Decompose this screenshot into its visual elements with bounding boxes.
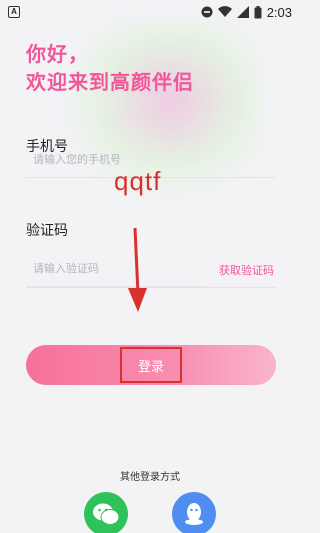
- annotation-arrow: [128, 227, 147, 312]
- qq-icon: [185, 503, 203, 525]
- do-not-disturb-icon: [201, 6, 213, 18]
- signal-icon: [236, 6, 249, 18]
- wifi-icon: [217, 6, 232, 18]
- code-input[interactable]: [26, 251, 206, 287]
- other-login-title: 其他登录方式: [120, 472, 180, 483]
- wechat-login-button[interactable]: [84, 492, 128, 533]
- status-time: 2:03: [266, 4, 292, 20]
- login-label: 登录: [120, 347, 182, 383]
- code-label: 验证码: [26, 223, 68, 239]
- annotation-text: qqtf: [114, 166, 162, 196]
- status-icons: 2:03: [201, 5, 292, 20]
- login-button[interactable]: 登录: [26, 345, 276, 385]
- greeting-line-2: 欢迎来到高颜伴侣: [26, 70, 194, 94]
- battery-icon: [254, 5, 262, 18]
- status-bar: A 2:03: [0, 0, 300, 24]
- get-code-link[interactable]: 获取验证码: [219, 262, 274, 278]
- qq-login-button[interactable]: [172, 492, 216, 533]
- greeting-line-1: 你好，: [26, 42, 89, 66]
- greeting: 你好， 欢迎来到高颜伴侣: [26, 40, 194, 96]
- wechat-icon: [93, 503, 120, 525]
- notification-a-icon: A: [8, 6, 20, 18]
